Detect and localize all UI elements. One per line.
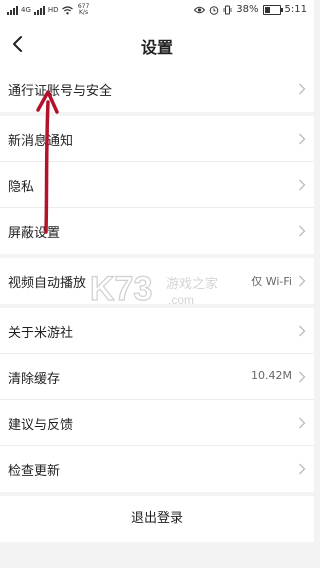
- chevron-right-icon: [299, 371, 306, 383]
- feedback-row[interactable]: 建议与反馈: [0, 400, 314, 446]
- vibrate-icon: [223, 5, 232, 14]
- signal-icon: [33, 5, 45, 15]
- check-update-row[interactable]: 检查更新: [0, 446, 314, 492]
- battery-percent: 38%: [236, 4, 259, 15]
- chevron-right-icon: [299, 325, 306, 337]
- settings-screen: 4G HD 677 K/s 38% 5:11 设置 通行证账号与安全 新消息通知…: [0, 0, 314, 568]
- watermark-logo-text: K73: [90, 270, 152, 308]
- battery-icon: [262, 4, 283, 15]
- watermark-text: 游戏之家: [166, 276, 218, 292]
- notification-row[interactable]: 新消息通知: [0, 116, 314, 162]
- chevron-right-icon: [299, 83, 306, 95]
- privacy-row[interactable]: 隐私: [0, 162, 314, 208]
- battery-level: [264, 6, 270, 13]
- chevron-right-icon: [299, 179, 306, 191]
- row-label: 新消息通知: [8, 134, 74, 149]
- logout-button[interactable]: 退出登录: [0, 496, 314, 542]
- carrier-tag: HD: [47, 5, 59, 14]
- chevron-right-icon: [299, 133, 306, 145]
- chevron-right-icon: [299, 275, 306, 287]
- network-speed: 677 K/s: [77, 3, 90, 16]
- app-header: 设置: [0, 22, 314, 66]
- watermark-sub: .com: [168, 293, 194, 307]
- account-security-row[interactable]: 通行证账号与安全: [0, 66, 314, 112]
- cache-size: 10.42M: [251, 369, 292, 382]
- block-settings-row[interactable]: 屏蔽设置: [0, 208, 314, 254]
- eye-icon: [194, 6, 206, 13]
- chevron-right-icon: [299, 463, 306, 475]
- watermark-logo: K73 游戏之家 .com: [89, 269, 218, 308]
- row-label: 建议与反馈: [8, 418, 74, 433]
- row-label: 清除缓存: [8, 372, 61, 387]
- alarm-icon: [209, 5, 219, 15]
- signal-icon: [7, 5, 18, 15]
- row-label: 隐私: [8, 180, 35, 195]
- clear-cache-row[interactable]: 清除缓存 10.42M: [0, 354, 314, 400]
- row-label: 检查更新: [8, 464, 61, 479]
- carrier-tag: 4G: [21, 5, 31, 14]
- row-label: 通行证账号与安全: [8, 84, 113, 99]
- autoplay-value: 仅 Wi-Fi: [251, 275, 292, 288]
- row-label: 屏蔽设置: [8, 226, 61, 241]
- wifi-icon: [61, 5, 73, 14]
- chevron-right-icon: [299, 417, 306, 429]
- chevron-right-icon: [299, 225, 306, 237]
- page-title: 设置: [140, 38, 173, 57]
- row-label: 视频自动播放: [8, 276, 87, 291]
- status-bar: 4G HD 677 K/s 38% 5:11: [0, 0, 314, 22]
- row-label: 关于米游社: [8, 326, 74, 341]
- clock: 5:11: [284, 4, 307, 15]
